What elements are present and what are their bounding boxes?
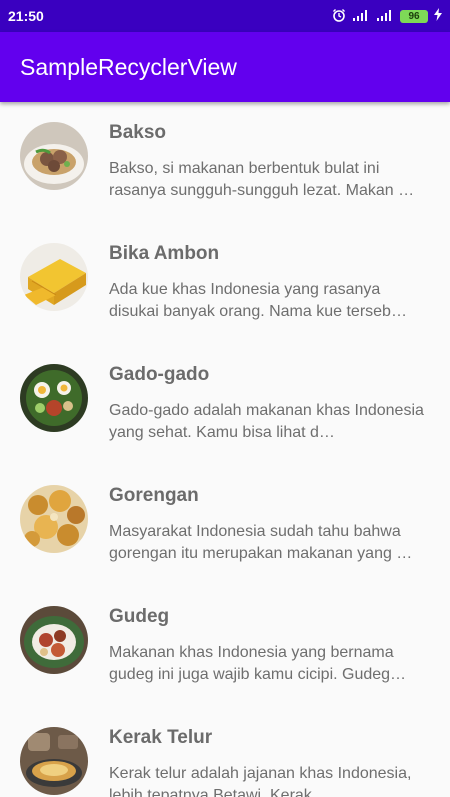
gorengan-image	[20, 485, 88, 553]
gado-gado-image	[20, 364, 88, 432]
gudeg-image	[20, 606, 88, 674]
alarm-icon	[332, 8, 346, 25]
bika-ambon-image	[20, 243, 88, 311]
item-description: Gado-gado adalah makanan khas Indonesia …	[109, 402, 424, 441]
battery-indicator: 96	[400, 9, 428, 23]
list-item-gudeg[interactable]: Gudeg Makanan khas Indonesia yang bernam…	[0, 586, 450, 707]
item-description: Kerak telur adalah jajanan khas Indonesi…	[109, 765, 412, 797]
recycler-list[interactable]: Bakso Bakso, si makanan berbentuk bulat …	[0, 102, 450, 797]
item-title: Bakso	[109, 122, 167, 143]
item-description: Bakso, si makanan berbentuk bulat ini ra…	[109, 160, 415, 199]
item-title: Gudeg	[109, 606, 170, 627]
list-item-gorengan[interactable]: Gorengan Masyarakat Indonesia sudah tahu…	[0, 465, 450, 586]
list-item-kerak-telur[interactable]: Kerak Telur Kerak telur adalah jajanan k…	[0, 707, 450, 797]
status-bar: 21:50 96	[0, 0, 450, 32]
list-item-gado-gado[interactable]: Gado-gado Gado-gado adalah makanan khas …	[0, 344, 450, 465]
item-title: Gado-gado	[109, 364, 210, 385]
signal-icon	[352, 8, 370, 24]
item-title: Kerak Telur	[109, 727, 213, 748]
kerak-telur-image	[20, 727, 88, 795]
item-description: Ada kue khas Indonesia yang rasanya disu…	[109, 281, 407, 320]
app-title: SampleRecyclerView	[20, 53, 237, 80]
list-item-bika-ambon[interactable]: Bika Ambon Ada kue khas Indonesia yang r…	[0, 223, 450, 344]
list-item-bakso[interactable]: Bakso Bakso, si makanan berbentuk bulat …	[0, 102, 450, 223]
status-time: 21:50	[8, 8, 44, 24]
signal-icon-2	[376, 8, 394, 24]
bakso-image	[20, 122, 88, 190]
app-bar: SampleRecyclerView	[0, 32, 450, 102]
item-title: Bika Ambon	[109, 243, 220, 264]
status-icons: 96	[332, 8, 442, 25]
item-title: Gorengan	[109, 485, 199, 506]
item-description: Makanan khas Indonesia yang bernama gude…	[109, 644, 407, 683]
charging-icon	[434, 8, 442, 24]
item-description: Masyarakat Indonesia sudah tahu bahwa go…	[109, 523, 413, 562]
